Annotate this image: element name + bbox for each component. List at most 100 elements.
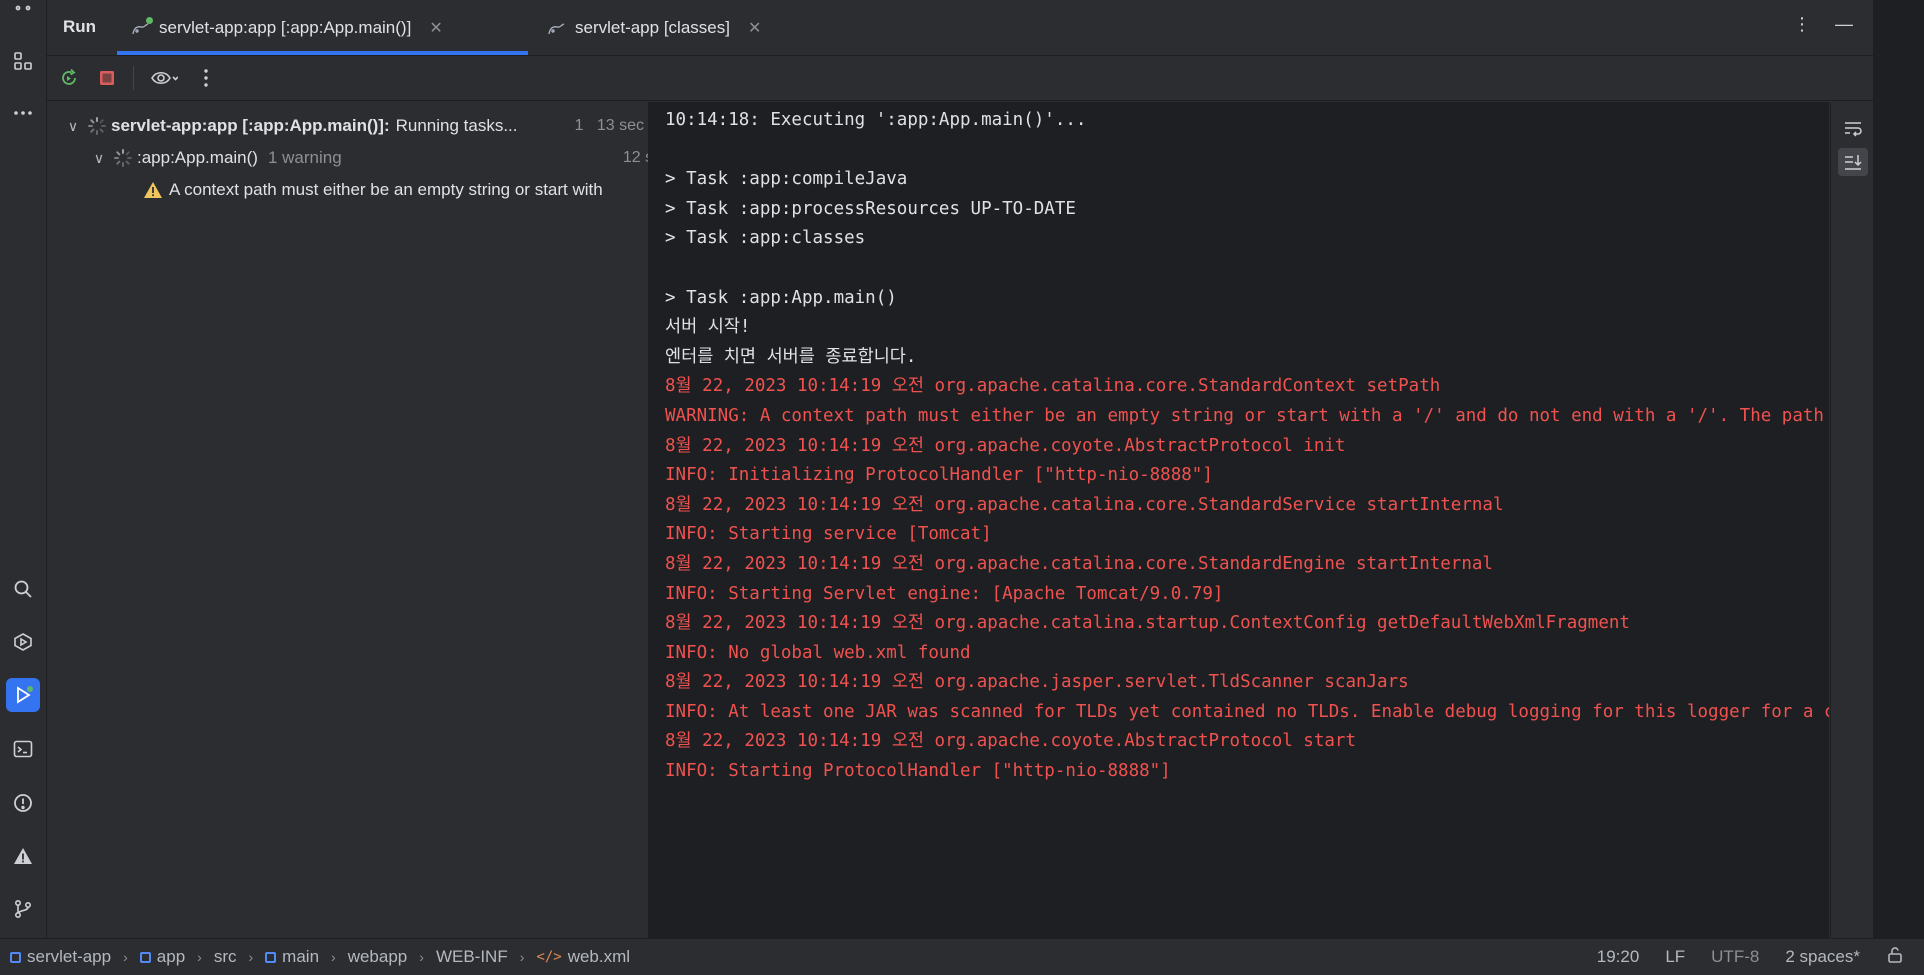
services-icon[interactable] xyxy=(6,625,40,659)
close-icon[interactable]: ✕ xyxy=(429,18,442,38)
running-indicator-icon xyxy=(146,16,153,24)
breadcrumb-item[interactable]: src xyxy=(214,947,237,967)
console-line: > Task :app:classes xyxy=(665,228,866,249)
breadcrumb-item[interactable]: </> web.xml xyxy=(536,947,630,967)
minimize-icon[interactable]: — xyxy=(1835,14,1853,35)
structure-icon[interactable] xyxy=(6,44,40,78)
console-line: 8월 22, 2023 10:14:19 오전 org.apache.coyot… xyxy=(665,435,1346,456)
chevron-down-icon[interactable]: ∨ xyxy=(89,150,109,167)
tree-row-task[interactable]: ∨ :app:App.main() 1 warning 12 sec xyxy=(47,142,648,174)
tree-row-warning[interactable]: A context path must either be an empty s… xyxy=(47,174,648,206)
chevron-right-icon: › xyxy=(248,949,254,965)
console-line: 엔터를 치면 서버를 종료합니다. xyxy=(665,346,917,367)
window-menu-icon[interactable] xyxy=(6,0,40,18)
console-line: > Task :app:App.main() xyxy=(665,287,897,308)
warnings-icon[interactable] xyxy=(6,839,40,873)
breadcrumb-item[interactable]: servlet-app xyxy=(10,947,111,967)
console-line: WARNING: A context path must either be a… xyxy=(665,405,1829,426)
console-side-toolbar xyxy=(1830,102,1874,938)
problems-icon[interactable] xyxy=(6,786,40,820)
run-panel-title: Run xyxy=(63,17,97,36)
console-line: 8월 22, 2023 10:14:19 오전 org.apache.jaspe… xyxy=(665,672,1409,693)
git-icon[interactable] xyxy=(6,892,40,926)
console-line: 8월 22, 2023 10:14:19 오전 org.apache.catal… xyxy=(665,613,1630,634)
tree-root-time: 13 sec xyxy=(596,117,644,134)
console-line: INFO: Initializing ProtocolHandler ["htt… xyxy=(665,465,1213,486)
more-actions-icon[interactable] xyxy=(190,62,222,94)
cursor-position[interactable]: 19:20 xyxy=(1597,947,1640,967)
gradle-icon xyxy=(547,20,567,36)
breadcrumb-item[interactable]: WEB-INF xyxy=(436,947,508,967)
terminal-icon[interactable] xyxy=(6,732,40,766)
build-tree: ∨ servlet-app:app [:app:App.main()]: Run… xyxy=(47,102,649,938)
xml-file-icon: </> xyxy=(536,949,562,965)
more-tools-icon[interactable] xyxy=(6,96,40,130)
tab-label: servlet-app:app [:app:App.main()] xyxy=(159,17,412,37)
view-options-button[interactable] xyxy=(144,62,184,94)
right-tool-strip xyxy=(1873,0,1924,938)
console-line: > Task :app:processResources UP-TO-DATE xyxy=(665,198,1076,219)
tree-task-name: :app:App.main() xyxy=(137,148,258,167)
line-ending[interactable]: LF xyxy=(1665,947,1685,967)
module-icon xyxy=(139,951,151,963)
run-panel: Run servlet-app:app [:app:App.main()] ✕ … xyxy=(47,0,1874,938)
chevron-down-icon[interactable]: ∨ xyxy=(63,118,83,135)
breadcrumb-item[interactable]: main xyxy=(265,947,319,967)
console-line: INFO: Starting service [Tomcat] xyxy=(665,524,992,545)
chevron-right-icon: › xyxy=(419,949,424,965)
breadcrumb-item[interactable]: app xyxy=(139,947,185,967)
run-tab-bar: Run servlet-app:app [:app:App.main()] ✕ … xyxy=(47,0,1873,56)
console-lines: 10:14:18: Executing ':app:App.main()'...… xyxy=(665,106,1829,787)
warning-message: A context path must either be an empty s… xyxy=(169,180,603,199)
toolbar-divider xyxy=(133,66,134,90)
file-encoding[interactable]: UTF-8 xyxy=(1711,947,1759,967)
console-line: 서버 시작! xyxy=(665,317,751,338)
module-icon xyxy=(265,951,277,963)
rerun-button[interactable] xyxy=(53,62,85,94)
lock-icon[interactable] xyxy=(1886,946,1904,969)
chevron-right-icon: › xyxy=(197,949,202,965)
indent-setting[interactable]: 2 spaces* xyxy=(1785,947,1860,967)
close-icon[interactable]: ✕ xyxy=(748,18,761,38)
chevron-right-icon: › xyxy=(123,949,128,965)
tab-label: servlet-app [classes] xyxy=(575,17,730,37)
console-line: INFO: At least one JAR was scanned for T… xyxy=(665,701,1829,722)
run-toolbar xyxy=(47,56,1873,101)
status-bar: servlet-app › app › src › main › webapp … xyxy=(0,938,1924,975)
console-line: 8월 22, 2023 10:14:19 오전 org.apache.catal… xyxy=(665,376,1441,397)
tree-row-root[interactable]: ∨ servlet-app:app [:app:App.main()]: Run… xyxy=(47,110,648,142)
soft-wrap-icon[interactable] xyxy=(1838,114,1868,142)
tree-root-name: servlet-app:app [:app:App.main()]: xyxy=(111,116,390,135)
console-line: 8월 22, 2023 10:14:19 오전 org.apache.catal… xyxy=(665,553,1493,574)
tree-task-time: 12 sec xyxy=(622,149,648,166)
breadcrumb: servlet-app › app › src › main › webapp … xyxy=(10,947,630,967)
module-icon xyxy=(10,951,21,963)
console-line: 10:14:18: Executing ':app:App.main()'... xyxy=(665,110,1087,130)
console-line: 8월 22, 2023 10:14:19 오전 org.apache.coyot… xyxy=(665,731,1356,752)
run-tool-icon[interactable] xyxy=(6,678,40,712)
loading-spinner-icon xyxy=(114,149,132,167)
warning-count-badge: 1 warning xyxy=(267,148,342,167)
scroll-to-end-icon[interactable] xyxy=(1838,148,1868,176)
tab-servlet-app-main[interactable]: servlet-app:app [:app:App.main()] ✕ xyxy=(117,0,528,55)
loading-spinner-icon xyxy=(88,117,106,135)
chevron-right-icon: › xyxy=(519,949,525,965)
console-line: INFO: Starting ProtocolHandler ["http-ni… xyxy=(665,761,1171,782)
search-icon[interactable] xyxy=(6,572,40,606)
left-tool-strip xyxy=(0,0,47,938)
tab-servlet-app-classes[interactable]: servlet-app [classes] ✕ xyxy=(533,0,783,55)
console-output[interactable]: 10:14:18: Executing ':app:App.main()'...… xyxy=(649,102,1829,938)
options-menu-icon[interactable]: ⋮ xyxy=(1793,14,1811,35)
tree-root-status: Running tasks... xyxy=(395,116,518,135)
warning-icon xyxy=(144,182,162,198)
console-line: INFO: No global web.xml found xyxy=(665,642,971,663)
tree-root-meta: 1 13 sec xyxy=(575,117,644,135)
chevron-right-icon: › xyxy=(331,949,336,965)
stop-button[interactable] xyxy=(91,62,123,94)
gradle-icon xyxy=(131,16,153,36)
breadcrumb-item[interactable]: webapp xyxy=(348,947,408,967)
status-widgets: 19:20 LF UTF-8 2 spaces* xyxy=(1597,939,1904,975)
console-line: > Task :app:compileJava xyxy=(665,169,908,190)
